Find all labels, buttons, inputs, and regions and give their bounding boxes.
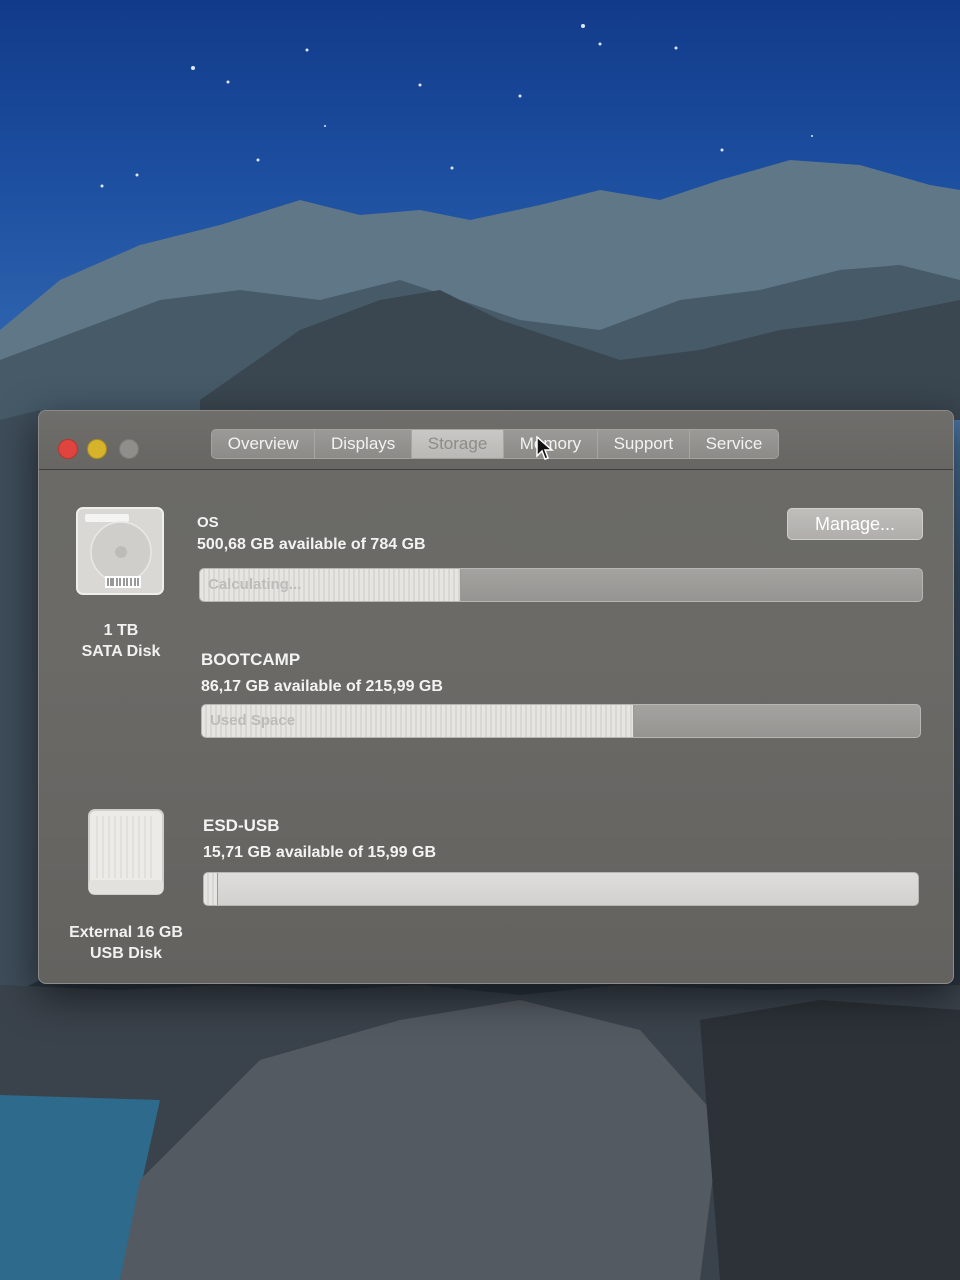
storage-bar-esd-usb (203, 872, 919, 906)
volume-name-esd-usb: ESD-USB (203, 816, 280, 835)
tab-displays[interactable]: Displays (315, 430, 413, 458)
title-bar[interactable]: Overview Displays Storage Memory Support… (39, 411, 953, 470)
used-space-fill-esd-usb (204, 873, 218, 905)
volume-name-bootcamp: BOOTCAMP (201, 650, 301, 669)
tab-storage[interactable]: Storage (412, 430, 505, 458)
tab-service[interactable]: Service (689, 430, 778, 458)
zoom-window-button (119, 439, 139, 459)
internal-disk-label: 1 TB SATA Disk (69, 620, 173, 662)
mouse-pointer-icon (536, 436, 554, 460)
tab-overview[interactable]: Overview (212, 430, 316, 458)
disk-type-label: SATA Disk (81, 643, 161, 660)
volume-availability-esd-usb: 15,71 GB available of 15,99 GB (203, 844, 437, 861)
disk-capacity-label: External 16 GB (69, 924, 183, 941)
storage-bar-os: Calculating... (199, 568, 923, 602)
minimize-window-button[interactable] (87, 439, 107, 459)
disk-capacity-label: 1 TB (103, 622, 139, 639)
external-usb-drive-icon (88, 809, 164, 895)
storage-bar-label-os: Calculating... (208, 576, 302, 593)
tab-bar: Overview Displays Storage Memory Support… (211, 429, 779, 459)
volume-availability-bootcamp: 86,17 GB available of 215,99 GB (201, 678, 443, 695)
external-disk-label: External 16 GB USB Disk (61, 922, 191, 964)
disk-type-label: USB Disk (89, 945, 163, 962)
close-window-button[interactable] (58, 439, 78, 459)
storage-pane: 1 TB SATA Disk OS 500,68 GB available of… (39, 470, 953, 982)
storage-bar-label-bootcamp: Used Space (210, 712, 296, 729)
stars (100, 24, 813, 188)
volume-availability-os: 500,68 GB available of 784 GB (197, 536, 426, 553)
volume-name-os: OS (197, 514, 219, 531)
manage-button[interactable]: Manage... (787, 508, 923, 540)
tab-support[interactable]: Support (597, 430, 690, 458)
internal-hard-drive-icon (76, 507, 164, 595)
storage-bar-bootcamp: Used Space (201, 704, 921, 738)
about-this-mac-window: Overview Displays Storage Memory Support… (38, 410, 954, 984)
